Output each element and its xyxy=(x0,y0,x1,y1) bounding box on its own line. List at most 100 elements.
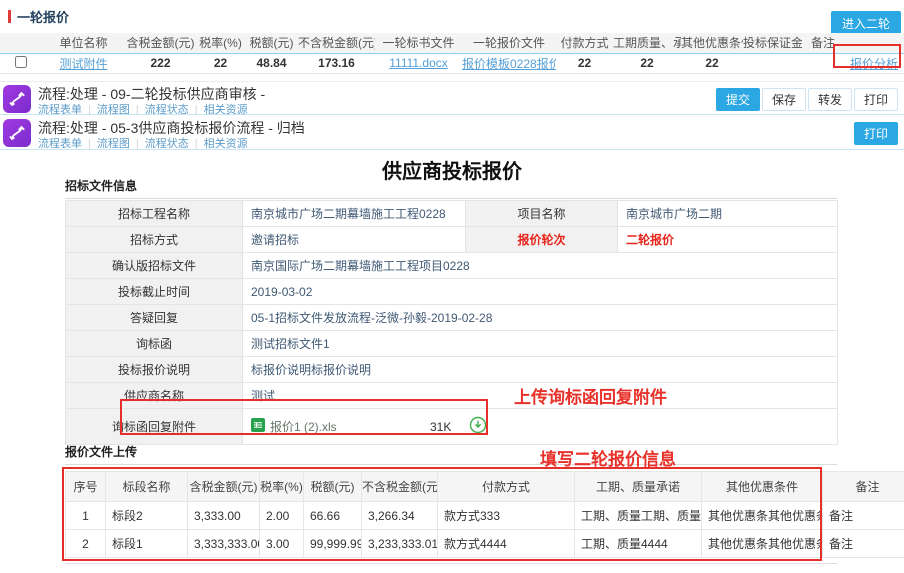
quote-row-1: 1 标段2 3,333.00 2.00 66.66 3,266.34 款方式33… xyxy=(66,502,904,530)
wf1-link-status[interactable]: 流程状态 xyxy=(145,104,189,116)
col-amount-with-tax: 含税金额(元) xyxy=(125,33,196,53)
qa-reply-label: 答疑回复 xyxy=(66,305,243,331)
print-button[interactable]: 打印 xyxy=(854,122,898,145)
annotation-upload-reply: 上传询标函回复附件 xyxy=(514,383,667,408)
link-separator: | xyxy=(136,138,139,150)
page-title-text: 一轮报价 xyxy=(17,7,69,26)
bid-doc-cell: 11111.docx xyxy=(375,53,462,73)
qcol-other: 其他优惠条件 xyxy=(702,472,823,502)
attachment-file-name[interactable]: 报价1 (2).xls xyxy=(270,418,430,435)
wf2-link-form[interactable]: 流程表单 xyxy=(38,138,82,150)
qcol-index: 序号 xyxy=(66,472,106,502)
qcol-remark: 备注 xyxy=(823,472,904,502)
round1-header-row: 单位名称 含税金额(元) 税率(%) 税额(元) 不含税金额(元) 一轮标书文件… xyxy=(0,33,904,53)
workflow-icon xyxy=(3,85,31,113)
col-actions xyxy=(844,33,904,53)
quote-note-label: 投标报价说明 xyxy=(66,357,243,383)
amount-with-tax-cell: 222 xyxy=(125,53,196,73)
qcol-quality: 工期、质量承诺 xyxy=(575,472,702,502)
link-separator: | xyxy=(195,138,198,150)
q1-quality: 工期、质量工期、质量3333 xyxy=(575,502,702,530)
project-name-label: 招标工程名称 xyxy=(66,201,243,227)
workflow-actions: 打印 xyxy=(854,122,898,145)
q1-tax: 66.66 xyxy=(304,502,362,530)
col-unit-name: 单位名称 xyxy=(42,33,125,53)
title-accent-bar xyxy=(8,10,11,23)
q1-amount-without-tax: 3,266.34 xyxy=(362,502,438,530)
round1-quotation-table: 单位名称 含税金额(元) 税率(%) 税额(元) 不含税金额(元) 一轮标书文件… xyxy=(0,33,904,74)
link-separator: | xyxy=(136,104,139,116)
quote-doc-cell: 报价模板0228报价2.xls xyxy=(462,53,556,73)
q2-remark: 备注 xyxy=(823,530,904,558)
deposit-cell xyxy=(743,53,802,73)
confirm-doc-value: 南京国际广场二期幕墙施工工程项目0228 xyxy=(243,253,838,279)
checkbox-cell xyxy=(0,53,42,73)
save-button[interactable]: 保存 xyxy=(762,88,806,111)
qcol-tax-rate: 税率(%) xyxy=(260,472,304,502)
q2-other: 其他优惠条其他优惠条44 xyxy=(702,530,823,558)
wf2-link-diagram[interactable]: 流程图 xyxy=(97,138,130,150)
q1-other: 其他优惠条其他优惠条333 xyxy=(702,502,823,530)
submit-button[interactable]: 提交 xyxy=(716,88,760,111)
tax-cell: 48.84 xyxy=(245,53,298,73)
q1-tax-rate: 2.00 xyxy=(260,502,304,530)
wf2-link-resources[interactable]: 相关资源 xyxy=(204,138,248,150)
q1-amount-with-tax: 3,333.00 xyxy=(188,502,260,530)
q1-remark: 备注 xyxy=(823,502,904,530)
qcol-tax: 税额(元) xyxy=(304,472,362,502)
quote-analysis-link[interactable]: 报价分析 xyxy=(850,57,898,71)
deadline-label: 投标截止时间 xyxy=(66,279,243,305)
forward-button[interactable]: 转发 xyxy=(808,88,852,111)
wf1-link-diagram[interactable]: 流程图 xyxy=(97,104,130,116)
wf2-link-status[interactable]: 流程状态 xyxy=(145,138,189,150)
section-quote-upload-title: 报价文件上传 xyxy=(65,443,837,465)
bid-doc-link[interactable]: 11111.docx xyxy=(389,56,448,70)
wf1-link-form[interactable]: 流程表单 xyxy=(38,104,82,116)
col-remark: 备注 xyxy=(802,33,844,53)
q2-payment: 款方式4444 xyxy=(438,530,575,558)
workflow-bar-quote-process: 流程:处理 - 05-3供应商投标报价流程 - 归档 流程表单|流程图|流程状态… xyxy=(0,116,904,150)
qcol-section-name: 标段名称 xyxy=(106,472,188,502)
col-other: 其他优惠条件 xyxy=(681,33,743,53)
wf1-link-resources[interactable]: 相关资源 xyxy=(204,104,248,116)
bottom-divider xyxy=(65,563,837,564)
quote-round-label: 报价轮次 xyxy=(466,227,618,253)
qa-reply-value: 05-1招标文件发放流程-泛微-孙毅-2019-02-28 xyxy=(243,305,838,331)
item-name-label: 项目名称 xyxy=(466,201,618,227)
q1-payment: 款方式333 xyxy=(438,502,575,530)
attachment-file-size: 31K xyxy=(430,420,451,434)
quote-doc-link[interactable]: 报价模板0228报价2.xls xyxy=(462,57,556,71)
quote-header-row: 序号 标段名称 含税金额(元) 税率(%) 税额(元) 不含税金额(元) 付款方… xyxy=(66,472,904,502)
supplier-name-label: 供应商名称 xyxy=(66,383,243,409)
col-tax: 税额(元) xyxy=(245,33,298,53)
qcol-amount-with-tax: 含税金额(元) xyxy=(188,472,260,502)
round2-quote-table: 序号 标段名称 含税金额(元) 税率(%) 税额(元) 不含税金额(元) 付款方… xyxy=(65,471,904,558)
other-cell: 22 xyxy=(681,53,743,73)
amount-without-tax-cell: 173.16 xyxy=(298,53,375,73)
col-bid-doc: 一轮标书文件 xyxy=(375,33,462,53)
q1-section-name: 标段2 xyxy=(106,502,188,530)
row-checkbox[interactable] xyxy=(15,56,27,68)
inquiry-letter-label: 询标函 xyxy=(66,331,243,357)
workflow-icon xyxy=(3,119,31,147)
payment-cell: 22 xyxy=(556,53,613,73)
excel-file-icon xyxy=(251,418,265,435)
quote-upload-section: 报价文件上传 xyxy=(65,443,837,465)
bid-info-section: 招标文件信息 招标工程名称 南京城市广场二期幕墙施工工程0228 项目名称 南京… xyxy=(65,177,837,445)
col-quote-doc: 一轮报价文件 xyxy=(462,33,556,53)
tax-rate-cell: 22 xyxy=(196,53,245,73)
qcol-amount-without-tax: 不含税金额(元) xyxy=(362,472,438,502)
unit-name-cell: 测试附件 xyxy=(42,53,125,73)
link-separator: | xyxy=(88,138,91,150)
reply-attachment-label: 询标函回复附件 xyxy=(66,409,243,445)
download-icon[interactable] xyxy=(469,416,487,437)
workflow-links: 流程表单|流程图|流程状态|相关资源 xyxy=(38,101,248,117)
project-name-value: 南京城市广场二期幕墙施工工程0228 xyxy=(243,201,466,227)
quote-note-value: 标报价说明标报价说明 xyxy=(243,357,838,383)
bid-method-value: 邀请招标 xyxy=(243,227,466,253)
unit-name-link[interactable]: 测试附件 xyxy=(59,57,107,71)
print-button[interactable]: 打印 xyxy=(854,88,898,111)
remark-cell xyxy=(802,53,844,73)
q2-amount-without-tax: 3,233,333.01 xyxy=(362,530,438,558)
quote-round-value: 二轮报价 xyxy=(618,227,838,253)
